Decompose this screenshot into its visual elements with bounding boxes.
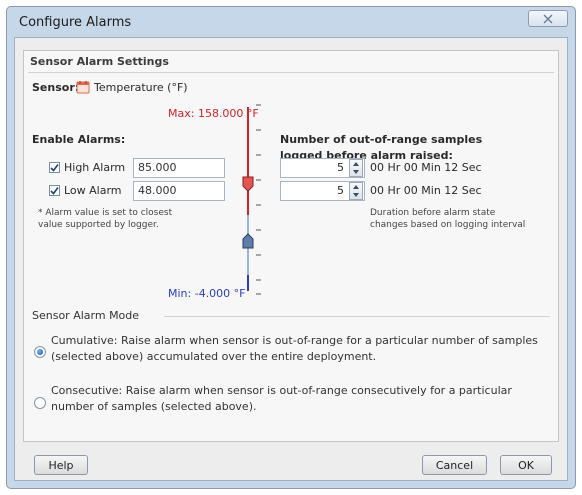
high-sample-duration: 00 Hr 00 Min 12 Sec — [370, 161, 482, 174]
cumulative-radio[interactable] — [34, 346, 46, 358]
low-sample-duration: 00 Hr 00 Min 12 Sec — [370, 184, 482, 197]
consecutive-radio[interactable] — [34, 397, 46, 409]
sensor-alarm-settings-group: Sensor Alarm Settings Sensor: Temperatur… — [23, 50, 559, 442]
low-alarm-checkbox[interactable] — [49, 185, 60, 196]
low-alarm-slider-thumb[interactable] — [242, 233, 254, 249]
section-title: Sensor Alarm Settings — [30, 55, 169, 68]
temperature-sensor-icon — [76, 81, 90, 94]
high-alarm-checkbox[interactable] — [49, 162, 60, 173]
divider — [164, 316, 550, 317]
checkmark-icon — [50, 164, 59, 172]
high-alarm-label: High Alarm — [64, 161, 126, 174]
high-alarm-slider-thumb[interactable] — [242, 176, 254, 192]
low-alarm-label: Low Alarm — [64, 184, 122, 197]
duration-note: Duration before alarm state changes base… — [370, 208, 526, 230]
alarm-range-slider[interactable] — [232, 103, 266, 297]
min-limit-label: Min: -4.000 °F — [168, 287, 246, 300]
close-icon — [543, 14, 553, 23]
title-bar: Configure Alarms — [7, 7, 575, 35]
high-alarm-value-input[interactable]: 85.000 — [133, 158, 225, 178]
close-button[interactable] — [528, 10, 568, 27]
help-button[interactable]: Help — [34, 455, 88, 475]
consecutive-description: Consecutive: Raise alarm when sensor is … — [51, 384, 512, 413]
dialog-body: Sensor Alarm Settings Sensor: Temperatur… — [14, 37, 568, 481]
dialog-title: Configure Alarms — [19, 15, 132, 30]
high-sample-spinner[interactable] — [349, 159, 363, 177]
cancel-button[interactable]: Cancel — [422, 455, 487, 475]
low-alarm-value-input[interactable]: 48.000 — [133, 181, 225, 201]
divider — [28, 72, 554, 73]
alarm-value-note: * Alarm value is set to closest value su… — [38, 208, 173, 230]
configure-alarms-dialog: Configure Alarms Sensor Alarm Settings S… — [6, 6, 576, 489]
alarm-mode-title: Sensor Alarm Mode — [32, 309, 140, 322]
sensor-label: Sensor: — [32, 81, 80, 94]
cumulative-description: Cumulative: Raise alarm when sensor is o… — [51, 334, 538, 363]
checkmark-icon — [50, 187, 59, 195]
samples-heading: Number of out-of-range samples — [280, 133, 483, 146]
sensor-name: Temperature (°F) — [94, 81, 188, 94]
enable-alarms-heading: Enable Alarms: — [32, 133, 126, 146]
low-sample-spinner[interactable] — [349, 182, 363, 200]
ok-button[interactable]: OK — [500, 455, 552, 475]
